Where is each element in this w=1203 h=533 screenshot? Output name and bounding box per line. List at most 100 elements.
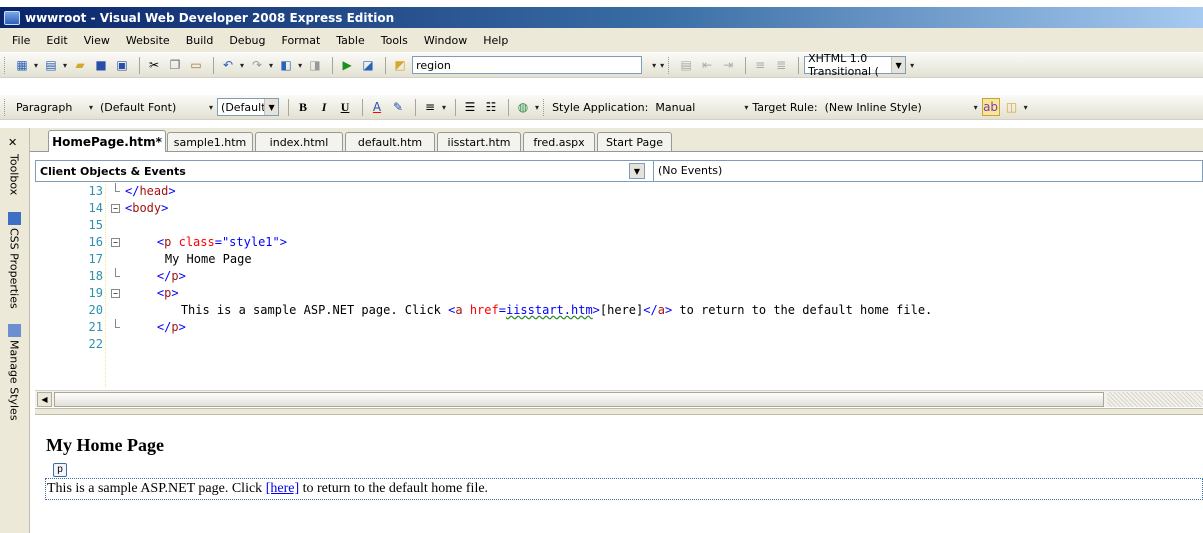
tab-iisstart[interactable]: iisstart.htm [437, 132, 521, 151]
view-in-browser-icon[interactable]: ◪ [359, 56, 377, 74]
font-size-combo[interactable]: (Default ▼ [217, 98, 280, 116]
chevron-down-icon[interactable]: ▾ [34, 61, 38, 70]
design-view[interactable]: My Home Page p This is a sample ASP.NET … [35, 416, 1203, 533]
chevron-down-icon[interactable]: ▾ [442, 103, 446, 112]
tab-fred[interactable]: fred.aspx [523, 132, 595, 151]
code-line[interactable]: 16− <p class="style1"> [35, 234, 1203, 251]
apply-style-icon[interactable]: ab [981, 98, 1000, 116]
outline-marker[interactable] [110, 268, 122, 285]
object-selector[interactable]: Client Objects & Events [40, 165, 186, 178]
window-title-bar[interactable]: wwwroot - Visual Web Developer 2008 Expr… [0, 7, 1203, 28]
scroll-left-icon[interactable]: ◀ [37, 392, 52, 407]
bulleted-list-icon[interactable]: ☰ [461, 98, 479, 116]
open-folder-icon[interactable]: ▰ [71, 56, 89, 74]
code-line[interactable]: 14− <body> [35, 200, 1203, 217]
chevron-down-icon[interactable]: ▾ [63, 61, 67, 70]
pin-icon[interactable]: ✕ [8, 136, 17, 149]
copy-icon[interactable]: ❐ [166, 56, 184, 74]
highlight-icon[interactable]: ✎ [389, 98, 407, 116]
outline-marker[interactable] [110, 217, 122, 234]
align-left-icon[interactable]: ≡ [751, 56, 769, 74]
code-text[interactable]: <p class="style1"> [157, 234, 287, 251]
tab-index[interactable]: index.html [255, 132, 343, 151]
style-application-combo[interactable]: Manual [652, 98, 740, 116]
scrollbar-thumb[interactable] [54, 392, 1104, 407]
paste-icon[interactable]: ▭ [187, 56, 205, 74]
font-color-icon[interactable]: A [368, 98, 386, 116]
menu-edit[interactable]: Edit [38, 34, 75, 47]
code-editor[interactable]: 13 </head> 14− <body> 15 16− <p class="style1"… [35, 182, 1203, 387]
cut-icon[interactable]: ✂ [145, 56, 163, 74]
target-rule-combo[interactable]: (New Inline Style) [822, 98, 970, 116]
font-name-combo[interactable]: (Default Font) [97, 98, 205, 116]
code-line[interactable]: 19− <p> [35, 285, 1203, 302]
code-line[interactable]: 22 [35, 336, 1203, 353]
chevron-down-icon[interactable]: ▾ [298, 61, 302, 70]
menu-file[interactable]: File [4, 34, 38, 47]
menu-table[interactable]: Table [328, 34, 372, 47]
tab-start-page[interactable]: Start Page [597, 132, 672, 151]
outline-marker[interactable]: − [110, 285, 122, 302]
chevron-down-icon[interactable]: ▼ [264, 99, 279, 115]
code-text[interactable]: My Home Page [165, 251, 252, 268]
chevron-down-icon[interactable]: ▾ [89, 103, 93, 112]
p-tag-marker[interactable]: p [53, 463, 67, 477]
css-properties-tab[interactable]: CSS Properties [3, 212, 25, 309]
here-link[interactable]: [here] [266, 481, 299, 496]
add-item-icon[interactable]: ▤ [42, 56, 60, 74]
align-center-icon[interactable]: ≣ [772, 56, 790, 74]
code-text[interactable]: <body> [125, 200, 168, 217]
code-text[interactable]: <p> [157, 285, 179, 302]
menu-tools[interactable]: Tools [373, 34, 416, 47]
menu-format[interactable]: Format [274, 34, 329, 47]
chevron-down-icon[interactable]: ▾ [209, 103, 213, 112]
code-line[interactable]: 15 [35, 217, 1203, 234]
new-style-icon[interactable]: ◫ [1003, 98, 1021, 116]
hyperlink-icon[interactable]: ◍ [514, 98, 532, 116]
chevron-down-icon[interactable]: ▼ [629, 163, 645, 179]
outline-marker[interactable]: − [110, 234, 122, 251]
block-format-combo[interactable]: Paragraph [13, 98, 85, 116]
code-line[interactable]: 21 </p> [35, 319, 1203, 336]
toolbar-overflow-icon[interactable]: ▾ [1024, 103, 1028, 112]
justify-icon[interactable]: ≡ [421, 98, 439, 116]
scrollbar-track[interactable] [1107, 392, 1203, 407]
toolbar-grip[interactable] [543, 98, 546, 116]
menu-view[interactable]: View [76, 34, 118, 47]
undo-icon[interactable]: ↶ [219, 56, 237, 74]
code-line[interactable]: 17 My Home Page [35, 251, 1203, 268]
start-debugging-icon[interactable]: ▶ [338, 56, 356, 74]
comment-icon[interactable]: ▤ [677, 56, 695, 74]
chevron-down-icon[interactable]: ▾ [269, 61, 273, 70]
chevron-down-icon[interactable]: ▾ [652, 61, 656, 70]
toolbar-grip[interactable] [668, 56, 671, 74]
chevron-down-icon[interactable]: ▾ [744, 103, 748, 112]
menu-debug[interactable]: Debug [221, 34, 273, 47]
toolbox-tab[interactable]: Toolbox [3, 154, 25, 195]
save-icon[interactable]: ■ [92, 56, 110, 74]
chevron-down-icon[interactable]: ▼ [891, 57, 906, 73]
toolbar-overflow-icon[interactable]: ▾ [660, 61, 664, 70]
toolbar-grip[interactable] [4, 56, 7, 74]
navigate-forward-icon[interactable]: ◨ [306, 56, 324, 74]
redo-icon[interactable]: ↷ [248, 56, 266, 74]
toolbar-overflow-icon[interactable]: ▾ [910, 61, 914, 70]
outline-marker[interactable] [110, 183, 122, 200]
outline-marker[interactable] [110, 251, 122, 268]
menu-help[interactable]: Help [475, 34, 516, 47]
outline-marker[interactable] [110, 319, 122, 336]
new-project-icon[interactable]: ▦ [13, 56, 31, 74]
menu-window[interactable]: Window [416, 34, 475, 47]
manage-styles-tab[interactable]: Manage Styles [3, 324, 25, 421]
chevron-down-icon[interactable]: ▾ [240, 61, 244, 70]
outline-marker[interactable] [110, 336, 122, 353]
code-line[interactable]: 13 </head> [35, 183, 1203, 200]
italic-icon[interactable]: I [315, 98, 333, 116]
outline-marker[interactable] [110, 302, 122, 319]
menu-build[interactable]: Build [178, 34, 222, 47]
find-combo[interactable]: region [412, 56, 643, 74]
code-text[interactable]: </p> [157, 319, 186, 336]
tab-homepage[interactable]: HomePage.htm* [48, 130, 166, 152]
underline-icon[interactable]: U [336, 98, 354, 116]
toolbar-grip[interactable] [4, 98, 7, 116]
